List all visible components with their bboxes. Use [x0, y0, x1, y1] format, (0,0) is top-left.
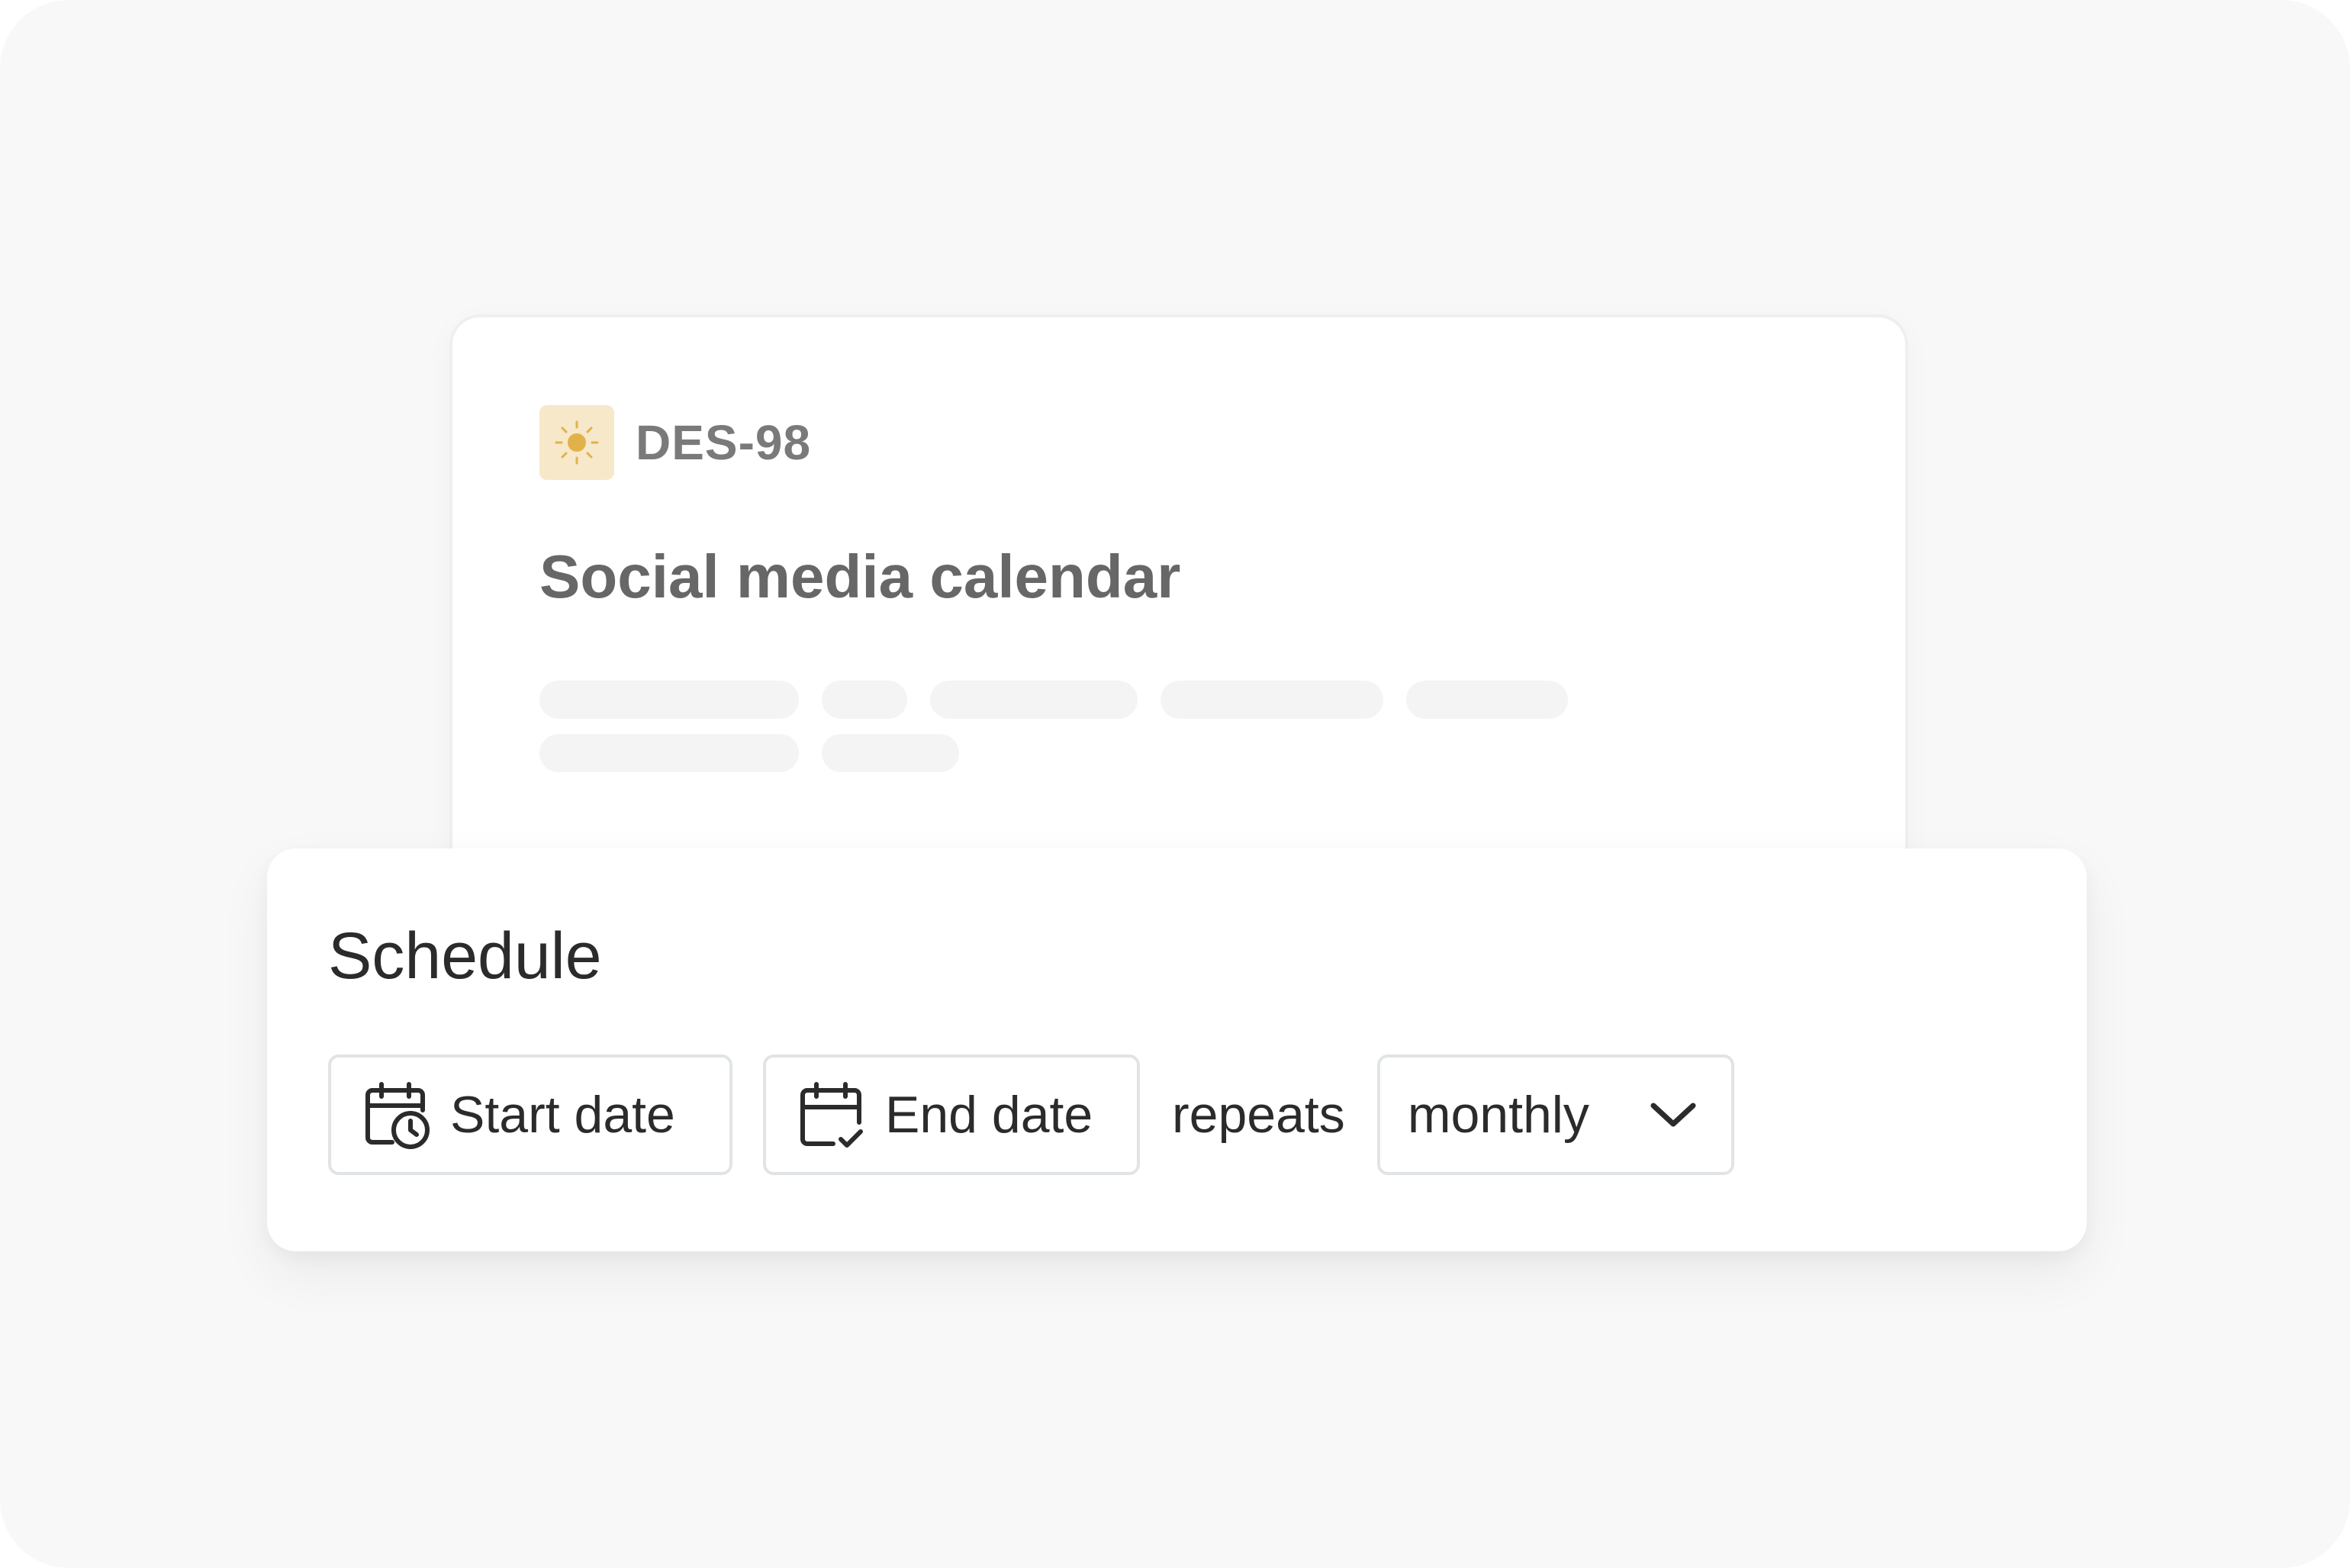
end-date-label: End date: [885, 1086, 1093, 1144]
calendar-check-icon: [797, 1080, 867, 1150]
skeleton-line: [822, 734, 959, 772]
canvas-background: DES-98 Social media calendar Schedule St…: [0, 0, 2350, 1568]
chevron-down-icon: [1649, 1100, 1698, 1130]
issue-title: Social media calendar: [539, 543, 1181, 610]
skeleton-line: [822, 681, 907, 719]
schedule-title: Schedule: [328, 919, 602, 993]
frequency-select[interactable]: monthly: [1376, 1054, 1734, 1175]
schedule-controls: Start date End date repeats monthly: [328, 1054, 1734, 1175]
issue-header: DES-98: [539, 405, 811, 480]
skeleton-line: [539, 681, 799, 719]
skeleton-line: [1406, 681, 1568, 719]
skeleton-line: [539, 734, 799, 772]
schedule-panel: Schedule Start date End date repeats mon…: [267, 848, 2087, 1251]
start-date-button[interactable]: Start date: [328, 1054, 732, 1175]
repeats-label: repeats: [1172, 1086, 1345, 1144]
sun-icon: [539, 405, 614, 480]
issue-id: DES-98: [636, 415, 812, 470]
start-date-label: Start date: [450, 1086, 675, 1144]
end-date-button[interactable]: End date: [763, 1054, 1140, 1175]
skeleton-line: [930, 681, 1138, 719]
frequency-value: monthly: [1407, 1086, 1589, 1144]
calendar-clock-icon: [362, 1080, 432, 1150]
skeleton-line: [1161, 681, 1383, 719]
issue-card: DES-98 Social media calendar: [449, 314, 1908, 894]
